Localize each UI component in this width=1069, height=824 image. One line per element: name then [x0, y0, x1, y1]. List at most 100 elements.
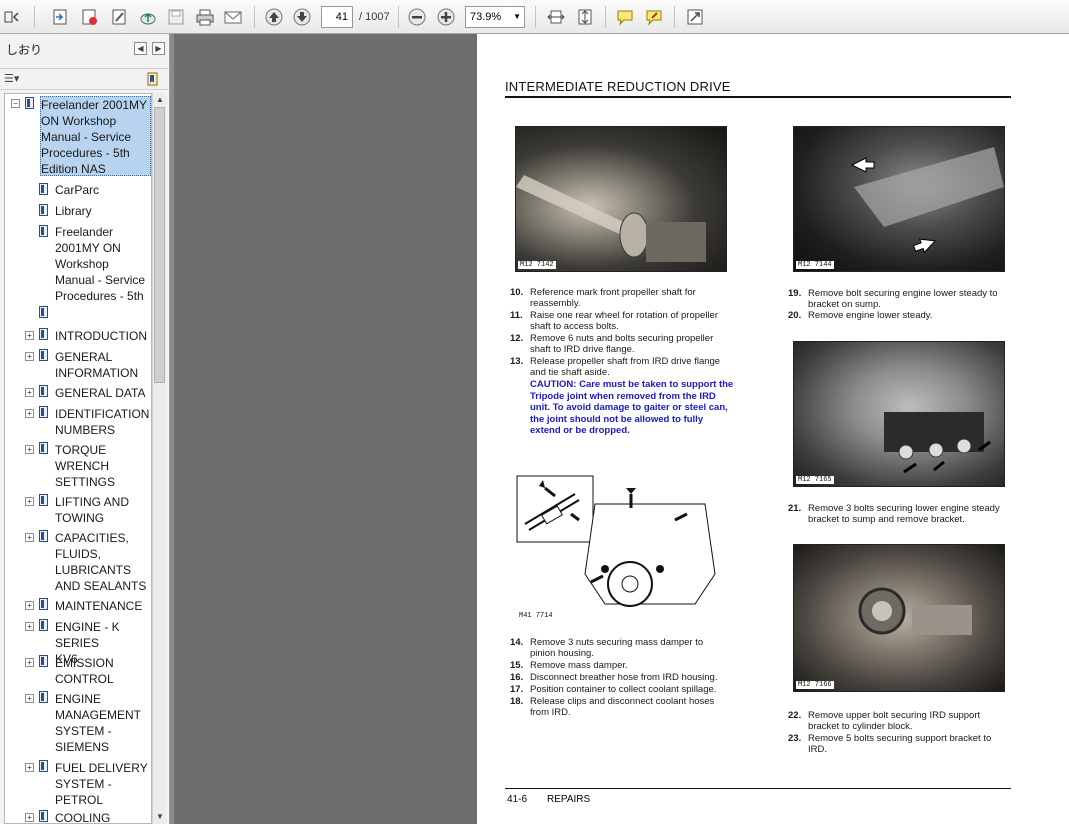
- expand-toggle-icon[interactable]: +: [25, 352, 34, 361]
- upload-icon[interactable]: [137, 6, 159, 28]
- bookmarks-panel-header: しおり ◀ ▶: [0, 34, 170, 64]
- panel-splitter[interactable]: [170, 34, 174, 824]
- bookmark-icon: [39, 349, 48, 361]
- zoom-select[interactable]: 73.9% ▼: [465, 6, 525, 28]
- step-number: 17.: [510, 684, 524, 695]
- document-page: INTERMEDIATE REDUCTION DRIVE M12 7142 M1…: [477, 34, 1069, 824]
- expand-toggle-icon[interactable]: +: [25, 813, 34, 822]
- photo-ird-support-bracket: M12 7166: [793, 544, 1005, 692]
- step-text: Remove 6 nuts and bolts securing propell…: [530, 333, 714, 355]
- bookmark-icon: [39, 442, 48, 454]
- bookmark-item-introduction[interactable]: INTRODUCTION: [55, 328, 147, 344]
- back-icon[interactable]: [2, 6, 24, 28]
- bookmark-icon: [39, 655, 48, 667]
- bookmark-item-fuel-delivery[interactable]: FUEL DELIVERY SYSTEM - PETROL: [55, 760, 151, 808]
- bookmark-icon: [39, 530, 48, 542]
- expand-toggle-icon[interactable]: +: [25, 601, 34, 610]
- open-icon[interactable]: [49, 6, 71, 28]
- bookmark-item-maintenance[interactable]: MAINTENANCE: [55, 598, 142, 614]
- bookmark-item-identification-numbers[interactable]: IDENTIFICATION NUMBERS: [55, 406, 151, 438]
- bookmark-item-library[interactable]: Library: [55, 203, 92, 219]
- scroll-down-icon[interactable]: ▼: [155, 812, 165, 822]
- page-title: INTERMEDIATE REDUCTION DRIVE: [505, 79, 731, 94]
- edit-icon[interactable]: [108, 6, 130, 28]
- bookmarks-scrollbar[interactable]: ▲ ▼: [152, 93, 166, 824]
- create-pdf-icon[interactable]: [78, 6, 100, 28]
- print-icon[interactable]: [194, 6, 216, 28]
- email-icon[interactable]: [222, 6, 244, 28]
- expand-toggle-icon[interactable]: +: [25, 445, 34, 454]
- toolbar-separator: [535, 6, 536, 28]
- bookmark-icon: [39, 760, 48, 772]
- close-panel-icon[interactable]: ▶: [152, 42, 165, 55]
- step-number: 13.: [510, 356, 524, 367]
- scroll-up-icon[interactable]: ▲: [155, 95, 165, 105]
- expand-icon[interactable]: [684, 6, 706, 28]
- bookmark-item-carparc[interactable]: CarParc: [55, 182, 99, 198]
- zoom-in-icon[interactable]: [435, 6, 457, 28]
- toolbar-separator: [398, 6, 399, 28]
- expand-toggle-icon[interactable]: +: [25, 658, 34, 667]
- highlight-icon[interactable]: [643, 6, 665, 28]
- fit-width-icon[interactable]: [545, 6, 567, 28]
- fit-page-icon[interactable]: [574, 6, 596, 28]
- next-page-icon[interactable]: [291, 6, 313, 28]
- step-text: Position container to collect coolant sp…: [530, 684, 717, 695]
- comment-icon[interactable]: [614, 6, 636, 28]
- photo-label: M12 7142: [518, 261, 556, 269]
- expand-toggle-icon[interactable]: +: [25, 533, 34, 542]
- collapse-toggle-icon[interactable]: −: [11, 99, 20, 108]
- bookmark-icon: [39, 598, 48, 610]
- collapse-panel-icon[interactable]: ◀: [134, 42, 147, 55]
- bookmark-item-general-information[interactable]: GENERAL INFORMATION: [55, 349, 151, 381]
- bookmark-item-manual[interactable]: Freelander 2001MY ON Workshop Manual - S…: [40, 96, 151, 176]
- save-icon[interactable]: [165, 6, 187, 28]
- expand-toggle-icon[interactable]: +: [25, 409, 34, 418]
- step-text: Release propeller shaft from IRD drive f…: [530, 356, 721, 378]
- bookmark-icon: [39, 691, 48, 703]
- options-menu-icon[interactable]: ☰▾: [4, 72, 24, 87]
- photo-propeller-shaft: M12 7142: [515, 126, 727, 272]
- bookmark-item-capacities[interactable]: CAPACITIES, FLUIDS, LUBRICANTS AND SEALA…: [55, 530, 151, 594]
- bookmark-item-torque-wrench-settings[interactable]: TORQUE WRENCH SETTINGS: [55, 442, 125, 490]
- toolbar-separator: [254, 6, 255, 28]
- step-number: 16.: [510, 672, 524, 683]
- bookmark-icon: [39, 225, 48, 237]
- step-text: Raise one rear wheel for rotation of pro…: [530, 310, 718, 332]
- photo-label: M12 7166: [796, 681, 834, 689]
- caution-note: CAUTION: Care must be taken to support t…: [530, 379, 734, 436]
- step-number: 20.: [788, 310, 802, 321]
- bookmarks-panel-title: しおり: [6, 43, 43, 57]
- bookmark-item-general-data[interactable]: GENERAL DATA: [55, 385, 145, 401]
- expand-toggle-icon[interactable]: +: [25, 497, 34, 506]
- step-number: 11.: [510, 310, 523, 321]
- toolbar: / 1007 73.9% ▼: [0, 0, 1069, 34]
- chevron-down-icon: ▼: [513, 12, 521, 21]
- scrollbar-thumb[interactable]: [154, 107, 165, 383]
- bookmark-item-cooling[interactable]: COOLING: [55, 810, 110, 823]
- step-number: 19.: [788, 288, 802, 299]
- zoom-out-icon[interactable]: [406, 6, 428, 28]
- page-number-input[interactable]: [321, 6, 353, 28]
- title-rule: [505, 96, 1011, 98]
- bookmarks-panel: しおり ◀ ▶ ☰▾ − Freelander 2001MY ON Worksh…: [0, 34, 170, 824]
- footer-page-number: 41-6: [507, 794, 528, 805]
- new-bookmark-icon[interactable]: [146, 72, 160, 87]
- step-text: Remove upper bolt securing IRD support b…: [808, 710, 981, 732]
- bookmark-item-lifting-and-towing[interactable]: LIFTING AND TOWING: [55, 494, 151, 526]
- step-number: 15.: [510, 660, 524, 671]
- bookmark-icon: [39, 306, 48, 318]
- bookmark-item-engine-management[interactable]: ENGINE MANAGEMENT SYSTEM - SIEMENS: [55, 691, 151, 755]
- bookmark-icon: [39, 494, 48, 506]
- expand-toggle-icon[interactable]: +: [25, 331, 34, 340]
- bookmark-item-freelander[interactable]: Freelander 2001MY ON Workshop Manual - S…: [55, 224, 151, 304]
- step-number: 22.: [788, 710, 802, 721]
- expand-toggle-icon[interactable]: +: [25, 763, 34, 772]
- bookmark-icon: [39, 183, 48, 195]
- expand-toggle-icon[interactable]: +: [25, 622, 34, 631]
- previous-page-icon[interactable]: [263, 6, 285, 28]
- expand-toggle-icon[interactable]: +: [25, 694, 34, 703]
- bookmark-item-emission-control[interactable]: EMISSION CONTROL: [55, 655, 125, 687]
- expand-toggle-icon[interactable]: +: [25, 388, 34, 397]
- photo-steady-bracket: M12 7165: [793, 341, 1005, 487]
